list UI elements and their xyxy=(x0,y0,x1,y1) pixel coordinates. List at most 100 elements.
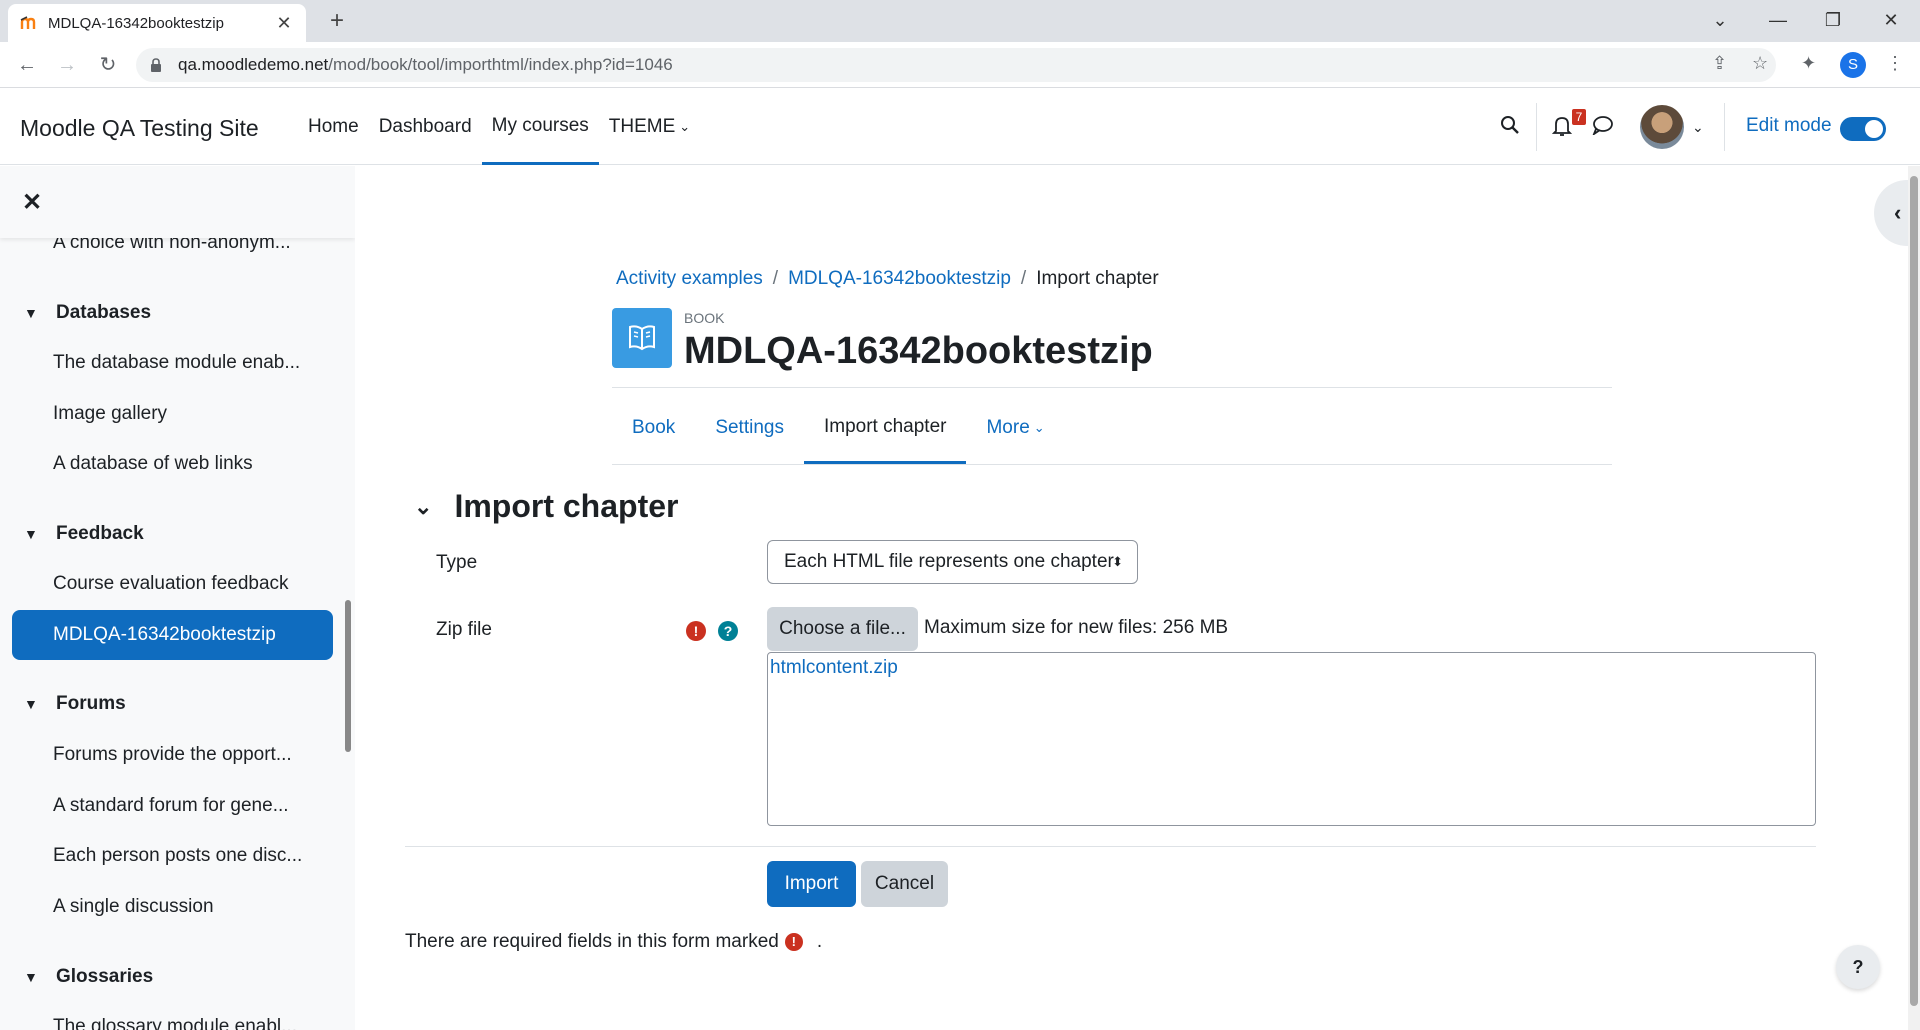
required-exclamation-icon: ! xyxy=(784,933,803,951)
required-exclamation-icon: ! xyxy=(686,621,706,641)
page-scrollbar-thumb[interactable] xyxy=(1910,176,1918,1006)
url-host: qa.moodledemo.net xyxy=(178,55,329,74)
user-avatar[interactable] xyxy=(1640,105,1684,149)
drawer-item-image-gallery[interactable]: Image gallery xyxy=(53,403,167,425)
drawer-section-forums[interactable]: ▼ Forums xyxy=(24,693,126,715)
drawer-item-glossary-module[interactable]: The glossary module enabl... xyxy=(53,1016,297,1030)
drawer-item-web-links[interactable]: A database of web links xyxy=(53,453,253,475)
extensions-puzzle-icon[interactable]: ✦ xyxy=(1801,53,1816,74)
uploaded-file-link[interactable]: htmlcontent.zip xyxy=(770,657,898,679)
nav-dashboard[interactable]: Dashboard xyxy=(369,89,482,165)
breadcrumb-book[interactable]: MDLQA-16342booktestzip xyxy=(788,268,1011,290)
notification-count-badge: 7 xyxy=(1572,109,1586,125)
help-question-button[interactable]: ? xyxy=(1836,945,1880,989)
minimize-button[interactable]: — xyxy=(1758,6,1798,34)
drawer-section-glossaries[interactable]: ▼ Glossaries xyxy=(24,966,153,988)
required-fields-note: There are required fields in this form m… xyxy=(405,931,822,953)
type-select-value: Each HTML file represents one chapter xyxy=(784,551,1114,572)
lock-icon xyxy=(150,58,164,72)
type-select[interactable]: Each HTML file represents one chapter ⬍ xyxy=(767,540,1138,584)
new-tab-button[interactable]: + xyxy=(324,8,350,34)
help-question-icon[interactable]: ? xyxy=(718,621,738,641)
tab-import-chapter[interactable]: Import chapter xyxy=(803,392,967,464)
drawer-item-active-book[interactable]: MDLQA-16342booktestzip xyxy=(12,610,333,660)
tab-settings[interactable]: Settings xyxy=(695,392,804,464)
drawer-item-each-person[interactable]: Each person posts one disc... xyxy=(53,845,302,867)
drawer-item-standard-forum[interactable]: A standard forum for gene... xyxy=(53,795,289,817)
tab-search-icon[interactable]: ⌄ xyxy=(1700,6,1740,34)
notification-bell-icon[interactable] xyxy=(1551,115,1573,143)
drawer-item-course-evaluation[interactable]: Course evaluation feedback xyxy=(53,573,289,595)
drawer-item-single-discussion[interactable]: A single discussion xyxy=(53,896,214,918)
drawer-section-feedback[interactable]: ▼ Feedback xyxy=(24,523,144,545)
form-buttons-divider xyxy=(405,846,1816,847)
form-section-legend[interactable]: ⌄ Import chapter xyxy=(414,488,678,525)
choose-file-button[interactable]: Choose a file... xyxy=(767,607,918,651)
chevron-down-icon: ▼ xyxy=(24,526,38,542)
url-path: /mod/book/tool/importhtml/index.php?id=1… xyxy=(328,55,673,74)
drawer-item-forums-provide[interactable]: Forums provide the opport... xyxy=(53,744,292,766)
drawer-header: ✕ xyxy=(0,166,355,238)
tab-close-icon[interactable]: ✕ xyxy=(274,13,294,34)
course-index-drawer: ✕ A choice with non-anonym... ▼ Databases… xyxy=(0,166,355,1030)
section-label: Feedback xyxy=(56,523,144,544)
nav-home[interactable]: Home xyxy=(298,89,369,165)
breadcrumb-separator: / xyxy=(772,268,779,289)
chevron-down-icon: ⌄ xyxy=(1033,420,1045,435)
tab-more-label: More xyxy=(986,417,1030,438)
required-note-text: There are required fields in this form m… xyxy=(405,931,779,952)
page-scrollbar[interactable] xyxy=(1908,166,1920,1030)
chevron-down-icon: ▼ xyxy=(24,696,38,712)
max-size-text: Maximum size for new files: 256 MB xyxy=(924,617,1229,638)
url-input[interactable]: qa.moodledemo.net/mod/book/tool/importht… xyxy=(136,48,1776,82)
edit-mode-toggle[interactable] xyxy=(1840,117,1886,141)
search-icon[interactable] xyxy=(1500,115,1520,141)
section-label: Forums xyxy=(56,693,126,714)
user-menu-chevron-down-icon[interactable]: ⌄ xyxy=(1692,119,1704,136)
bookmark-star-icon[interactable]: ☆ xyxy=(1752,53,1768,74)
close-window-button[interactable]: ✕ xyxy=(1871,6,1911,34)
close-drawer-icon[interactable]: ✕ xyxy=(22,188,42,217)
section-label: Databases xyxy=(56,302,152,323)
drawer-scrollbar[interactable] xyxy=(345,600,351,752)
select-arrows-icon: ⬍ xyxy=(1112,554,1123,569)
drawer-item-database-module[interactable]: The database module enab... xyxy=(53,352,300,374)
file-dropzone[interactable]: htmlcontent.zip xyxy=(767,652,1816,826)
nav-theme-label: THEME xyxy=(608,116,676,137)
share-icon[interactable]: ⇪ xyxy=(1712,53,1727,74)
browser-menu-icon[interactable]: ⋮ xyxy=(1886,53,1904,74)
import-button[interactable]: Import xyxy=(767,861,856,907)
tab-book[interactable]: Book xyxy=(612,392,695,464)
page-title: MDLQA-16342booktestzip xyxy=(684,330,1153,372)
zip-file-label: Zip file xyxy=(436,619,492,640)
back-arrow-icon[interactable]: ← xyxy=(12,50,42,80)
tab-title: MDLQA-16342booktestzip xyxy=(48,14,224,32)
edit-mode-label: Edit mode xyxy=(1746,115,1832,136)
breadcrumb-activity-examples[interactable]: Activity examples xyxy=(616,268,763,290)
browser-tab[interactable]: MDLQA-16342booktestzip ✕ xyxy=(8,4,306,42)
primary-navigation: Home Dashboard My courses THEME ⌄ xyxy=(298,89,700,165)
reload-icon[interactable]: ↻ xyxy=(93,50,123,80)
cancel-button[interactable]: Cancel xyxy=(861,861,948,907)
nav-my-courses[interactable]: My courses xyxy=(481,89,599,165)
drawer-section-databases[interactable]: ▼ Databases xyxy=(24,302,151,324)
browser-profile-avatar[interactable]: S xyxy=(1840,52,1866,78)
breadcrumb-separator: / xyxy=(1020,268,1027,289)
book-module-icon xyxy=(612,308,672,368)
nav-theme[interactable]: THEME ⌄ xyxy=(599,89,700,165)
breadcrumb: Activity examples / MDLQA-16342booktestz… xyxy=(616,268,1159,290)
secondary-navigation: Book Settings Import chapter More ⌄ xyxy=(612,392,1065,464)
legend-label: Import chapter xyxy=(454,488,679,524)
navbar-divider xyxy=(1536,103,1537,151)
header-divider xyxy=(612,387,1612,388)
moodle-navbar: Moodle QA Testing Site Home Dashboard My… xyxy=(0,89,1920,165)
forward-arrow-icon[interactable]: → xyxy=(52,50,82,80)
tab-more[interactable]: More ⌄ xyxy=(966,392,1064,464)
messages-chat-icon[interactable] xyxy=(1592,115,1614,141)
maximize-button[interactable]: ❐ xyxy=(1813,6,1853,34)
type-label: Type xyxy=(436,552,478,573)
breadcrumb-current: Import chapter xyxy=(1036,268,1159,289)
navbar-divider xyxy=(1724,103,1725,151)
address-bar: ← → ↻ qa.moodledemo.net/mod/book/tool/im… xyxy=(0,42,1920,88)
site-name[interactable]: Moodle QA Testing Site xyxy=(20,115,259,142)
